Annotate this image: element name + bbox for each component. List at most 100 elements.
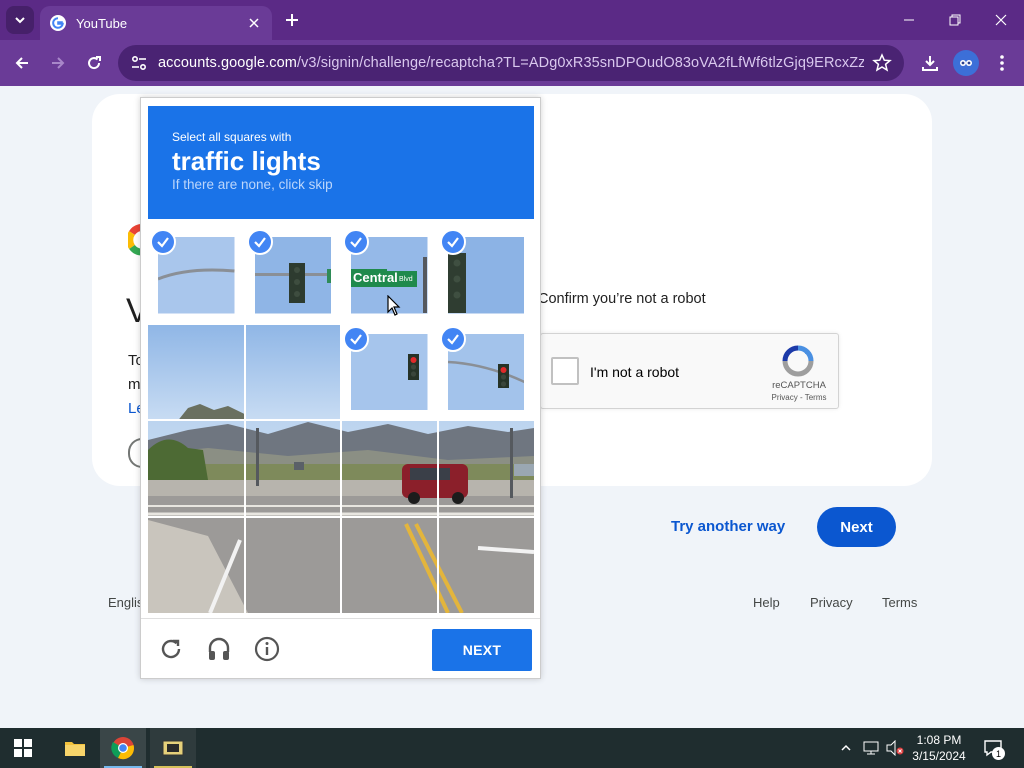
recaptcha-brand: reCAPTCHA xyxy=(772,380,826,391)
plus-icon xyxy=(286,14,298,26)
minimize-button[interactable] xyxy=(886,0,932,40)
film-icon xyxy=(162,740,184,756)
selected-check-icon xyxy=(439,229,466,255)
grid-divider xyxy=(148,515,534,518)
windows-taskbar: 1:08 PM 3/15/2024 1 xyxy=(0,728,1024,768)
volume-button[interactable] xyxy=(884,728,906,768)
info-icon xyxy=(254,636,280,662)
clock-time: 1:08 PM xyxy=(916,733,962,747)
reload-icon xyxy=(161,639,181,659)
notification-count-badge: 1 xyxy=(992,747,1005,760)
close-window-button[interactable] xyxy=(978,0,1024,40)
menu-button[interactable] xyxy=(988,49,1016,77)
profile-avatar[interactable] xyxy=(953,50,979,76)
browser-toolbar: accounts.google.com/v3/signin/challenge/… xyxy=(0,40,1024,86)
system-clock[interactable]: 1:08 PM 3/15/2024 xyxy=(908,732,970,764)
reload-icon xyxy=(88,56,101,70)
tile-image xyxy=(244,323,341,420)
windows-logo-icon xyxy=(14,739,32,757)
site-info-icon[interactable] xyxy=(130,54,148,72)
arrow-right-icon xyxy=(52,57,65,69)
chevron-down-icon xyxy=(15,17,25,24)
url-text: accounts.google.com/v3/signin/challenge/… xyxy=(158,55,864,71)
body-text-fragment-2: m xyxy=(128,376,141,393)
restore-button[interactable] xyxy=(932,0,978,40)
headphones-icon xyxy=(208,637,230,660)
media-app-button[interactable] xyxy=(150,728,196,768)
start-button[interactable] xyxy=(0,728,46,768)
help-link[interactable]: Help xyxy=(753,595,780,610)
network-button[interactable] xyxy=(860,728,882,768)
challenge-target: traffic lights xyxy=(172,146,321,176)
minimize-icon xyxy=(904,19,914,21)
challenge-header: Select all squares with traffic lights I… xyxy=(148,106,534,219)
arrow-left-icon xyxy=(15,57,28,69)
terms-link[interactable]: Terms xyxy=(882,595,917,610)
selected-check-icon xyxy=(246,229,273,255)
grid-tile[interactable] xyxy=(148,323,245,420)
new-tab-button[interactable] xyxy=(280,8,304,32)
restore-icon xyxy=(949,14,961,26)
challenge-image-grid: Central Blvd xyxy=(148,227,534,613)
challenge-footer: NEXT xyxy=(141,618,540,678)
privacy-link[interactable]: Privacy xyxy=(810,595,853,610)
mouse-cursor-icon xyxy=(387,295,401,316)
challenge-hint: If there are none, click skip xyxy=(172,177,333,192)
grid-tile[interactable] xyxy=(341,324,438,421)
file-explorer-button[interactable] xyxy=(52,728,98,768)
tab-search-button[interactable] xyxy=(6,6,34,34)
help-challenge-button[interactable] xyxy=(253,635,281,663)
bookmark-star-icon[interactable] xyxy=(872,53,892,73)
selected-check-icon xyxy=(150,229,176,255)
network-icon xyxy=(863,741,879,755)
next-button[interactable]: Next xyxy=(817,507,896,547)
challenge-instruction: Select all squares with xyxy=(172,130,292,144)
recaptcha-logo-icon xyxy=(782,345,814,377)
language-selector[interactable]: Englis xyxy=(108,595,143,610)
recaptcha-widget: I'm not a robot reCAPTCHA Privacy - Term… xyxy=(540,333,839,409)
url-path: /v3/signin/challenge/recaptcha?TL=ADg0xR… xyxy=(296,55,864,71)
volume-muted-icon xyxy=(886,740,904,756)
tile-image xyxy=(148,323,245,420)
back-button[interactable] xyxy=(8,49,36,77)
downloads-button[interactable] xyxy=(916,49,944,77)
selected-check-icon xyxy=(439,325,466,352)
more-vert-icon xyxy=(1000,55,1004,71)
chevron-up-icon xyxy=(841,744,851,751)
grid-tile[interactable] xyxy=(438,227,535,324)
reload-button[interactable] xyxy=(80,49,108,77)
street-sign-text: Central xyxy=(353,270,398,285)
forward-button[interactable] xyxy=(44,49,72,77)
selected-check-icon xyxy=(343,229,369,255)
notifications-button[interactable]: 1 xyxy=(980,728,1006,768)
google-favicon-icon xyxy=(50,15,66,31)
grid-tile[interactable] xyxy=(245,227,342,324)
reload-challenge-button[interactable] xyxy=(157,635,185,663)
clock-date: 3/15/2024 xyxy=(912,749,966,763)
grid-tile[interactable] xyxy=(148,227,245,324)
recaptcha-privacy-terms[interactable]: Privacy - Terms xyxy=(765,393,833,402)
grid-divider xyxy=(148,322,534,325)
chrome-icon xyxy=(111,737,134,760)
selected-check-icon xyxy=(343,325,369,352)
tab-youtube[interactable]: YouTube xyxy=(40,6,272,40)
show-hidden-icons-button[interactable] xyxy=(836,728,856,768)
not-robot-label: I'm not a robot xyxy=(590,364,680,380)
captcha-challenge-popup: Select all squares with traffic lights I… xyxy=(140,97,541,679)
profile-avatar-icon xyxy=(960,60,972,66)
download-icon xyxy=(922,56,938,71)
try-another-way-button[interactable]: Try another way xyxy=(671,518,785,535)
address-bar[interactable]: accounts.google.com/v3/signin/challenge/… xyxy=(118,45,904,81)
grid-tile[interactable] xyxy=(244,323,341,420)
street-sign-suffix: Blvd xyxy=(399,276,413,283)
chrome-taskbar-button[interactable] xyxy=(100,728,146,768)
tab-bar: YouTube xyxy=(0,0,1024,40)
close-tab-icon[interactable] xyxy=(246,15,262,31)
challenge-next-button[interactable]: NEXT xyxy=(432,629,532,671)
grid-divider xyxy=(148,419,534,421)
grid-tile[interactable] xyxy=(438,324,535,421)
not-robot-checkbox[interactable] xyxy=(551,357,579,385)
close-icon xyxy=(995,14,1007,26)
audio-challenge-button[interactable] xyxy=(205,635,233,663)
url-host: accounts.google.com xyxy=(158,55,297,71)
